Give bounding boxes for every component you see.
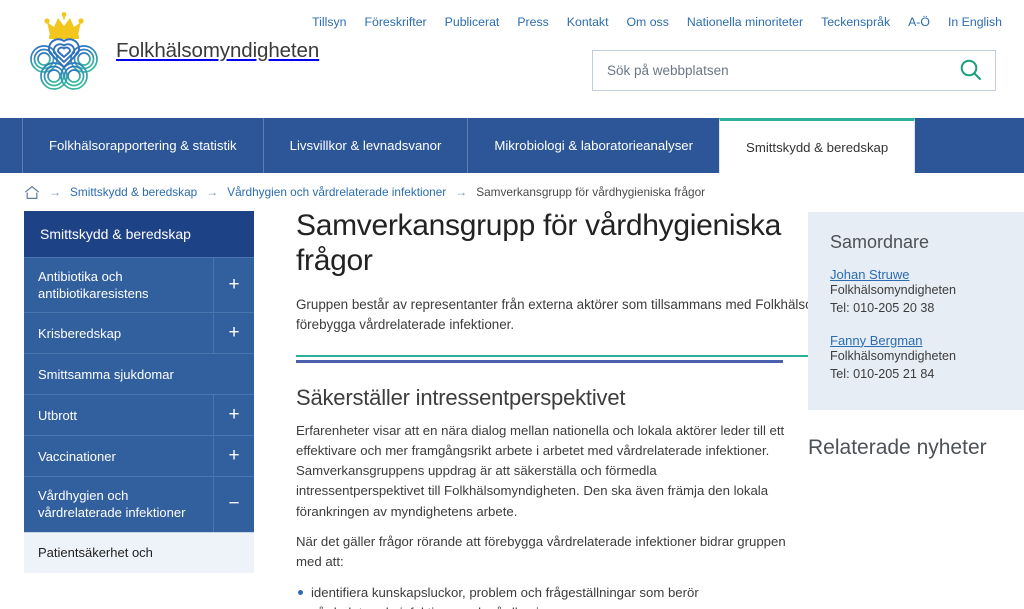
tab-folkhalsorapportering-statistik[interactable]: Folkhälsorapportering & statistik (22, 118, 263, 173)
section-sidebar: Smittskydd & beredskap Antibiotika och a… (24, 211, 254, 609)
breadcrumb-item-smittskydd-beredskap[interactable]: Smittskydd & beredskap (70, 185, 197, 199)
top-nav-item-publicerat[interactable]: Publicerat (445, 15, 500, 29)
top-nav-item-press[interactable]: Press (517, 15, 548, 29)
primary-nav: Folkhälsorapportering & statistik Livsvi… (0, 118, 1024, 173)
sidebar-item-label: Smittsamma sjukdomar (38, 366, 174, 382)
search-input[interactable] (593, 63, 945, 78)
search-submit-button[interactable] (945, 51, 995, 90)
sidebar-item-label: Krisberedskap (38, 325, 122, 341)
coordinator-box: Samordnare Johan Struwe Folkhälsomyndigh… (808, 212, 1024, 410)
contact-organisation: Folkhälsomyndigheten (830, 348, 957, 363)
article-aside: Samordnare Johan Struwe Folkhälsomyndigh… (808, 211, 1024, 609)
sidebar-item-vardhygien[interactable]: Vårdhygien och vårdrelaterade infektione… (24, 476, 254, 532)
folkhalsomyndigheten-crown-clover-logo-icon (24, 10, 104, 92)
breadcrumb-arrow-icon: → (206, 185, 219, 199)
contact-organisation: Folkhälsomyndigheten (830, 283, 957, 297)
page-title: Samverkansgrupp för vårdhygieniska frågo… (296, 209, 782, 277)
sidebar-item-utbrott[interactable]: Utbrott + (24, 394, 254, 436)
site-logo-wordmark: Folkhälsomyndigheten (116, 39, 320, 62)
breadcrumb-home-icon[interactable] (24, 185, 40, 200)
sidebar-item-label: Vaccinationer (38, 448, 116, 464)
contact-name-link[interactable]: Johan Struwe (830, 267, 1018, 282)
breadcrumb-arrow-icon: → (455, 185, 468, 199)
divider-blue (296, 359, 783, 363)
search-icon (959, 58, 982, 84)
top-nav-item-tillsyn[interactable]: Tillsyn (312, 15, 346, 29)
top-nav-item-om-oss[interactable]: Om oss (626, 15, 668, 29)
breadcrumb-item-current: Samverkansgrupp för vårdhygieniska frågo… (476, 185, 706, 199)
page-body: Smittskydd & beredskap Antibiotika och a… (0, 209, 1024, 609)
sidebar-item-krisberedskap[interactable]: Krisberedskap + (24, 312, 254, 354)
top-nav-item-in-english[interactable]: In English (948, 15, 1002, 29)
article: Samverkansgrupp för vårdhygieniska frågo… (296, 209, 1024, 609)
tab-smittskydd-beredskap[interactable]: Smittskydd & beredskap (719, 118, 916, 173)
top-nav-item-nationella-minoriteter[interactable]: Nationella minoriteter (687, 15, 803, 29)
utility-nav: Tillsyn Föreskrifter Publicerat Press Ko… (312, 15, 1002, 29)
site-logo-link[interactable]: Folkhälsomyndigheten (24, 10, 319, 92)
list-item: identifiera kunskapsluckor, problem och … (296, 583, 786, 609)
article-bullet-list: identifiera kunskapsluckor, problem och … (296, 583, 786, 609)
top-nav-item-teckensprak[interactable]: Teckenspråk (821, 15, 890, 29)
tab-livsvillkor-levnadsvanor[interactable]: Livsvillkor & levnadsvanor (262, 118, 468, 173)
collapse-minus-icon[interactable]: − (213, 477, 254, 532)
sidebar-item-label: Vårdhygien och vårdrelaterade infektione… (38, 488, 186, 521)
contact-fanny-bergman: Fanny Bergman Folkhälsomyndigheten Tel: … (830, 333, 1018, 384)
top-nav-item-foreskrifter[interactable]: Föreskrifter (364, 15, 426, 29)
section-title: Säkerställer intressentperspektivet (296, 384, 626, 410)
coordinator-box-title: Samordnare (830, 232, 930, 252)
expand-plus-icon[interactable]: + (213, 436, 254, 477)
sidebar-subitem-patientsakerhet[interactable]: Patientsäkerhet och (24, 531, 254, 573)
sidebar-item-smittsamma-sjukdomar[interactable]: Smittsamma sjukdomar (24, 353, 254, 395)
site-header: Folkhälsomyndigheten Tillsyn Föreskrifte… (0, 0, 1024, 118)
sidebar-item-vaccinationer[interactable]: Vaccinationer + (24, 435, 254, 477)
breadcrumb-item-vardhygien[interactable]: Vårdhygien och vårdrelaterade infektione… (227, 185, 446, 199)
article-paragraph-1: Erfarenheter visar att en nära dialog me… (296, 422, 785, 519)
contact-johan-struwe: Johan Struwe Folkhälsomyndigheten Tel: 0… (830, 267, 1018, 318)
expand-plus-icon[interactable]: + (213, 395, 254, 436)
contact-phone: Tel: 010-205 20 38 (830, 300, 935, 315)
expand-plus-icon[interactable]: + (213, 258, 254, 313)
tab-mikrobiologi-laboratorieanalyser[interactable]: Mikrobiologi & laboratorieanalyser (467, 118, 719, 173)
sidebar-item-label: Utbrott (38, 407, 78, 423)
contact-phone: Tel: 010-205 21 84 (830, 366, 935, 381)
top-nav-item-a-o[interactable]: A-Ö (908, 15, 930, 29)
breadcrumb-arrow-icon: → (49, 185, 61, 199)
breadcrumb: → Smittskydd & beredskap → Vårdhygien oc… (0, 173, 1024, 211)
sidebar-header: Smittskydd & beredskap (24, 211, 254, 257)
article-paragraph-2: När det gäller frågor rörande att föreby… (296, 533, 786, 569)
sidebar-item-label: Antibiotika och antibiotikaresistens (38, 269, 149, 302)
sidebar-subitem-label: Patientsäkerhet och (38, 545, 153, 561)
top-nav-item-kontakt[interactable]: Kontakt (567, 15, 609, 29)
related-news-title: Relaterade nyheter (808, 435, 987, 459)
contact-name-link[interactable]: Fanny Bergman (830, 333, 1018, 348)
content-area: Samverkansgrupp för vårdhygieniska frågo… (254, 209, 1024, 609)
sidebar-item-antibiotika[interactable]: Antibiotika och antibiotikaresistens + (24, 257, 254, 313)
expand-plus-icon[interactable]: + (213, 313, 254, 354)
search-box (592, 50, 996, 91)
